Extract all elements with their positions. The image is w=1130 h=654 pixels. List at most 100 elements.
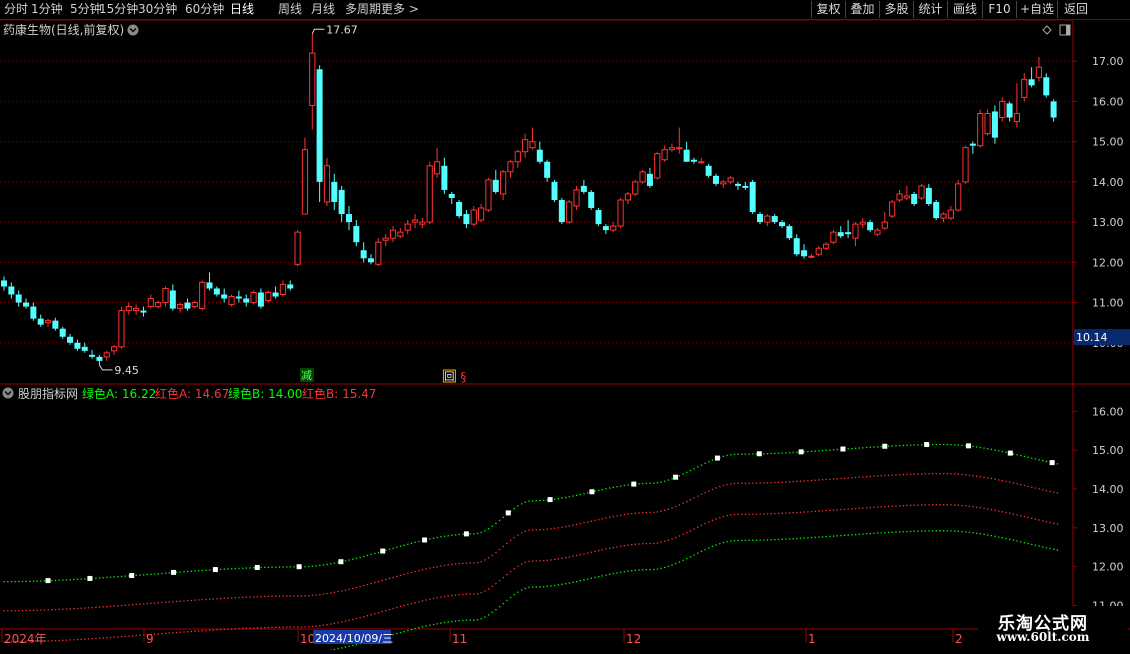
indicator-dot [990, 477, 993, 480]
candle [30, 302, 37, 321]
indicator-dot [414, 601, 416, 604]
indicator-dot [54, 608, 57, 611]
indicator-dot [451, 594, 453, 597]
indicator-dot [807, 537, 809, 539]
toolbar-button-6[interactable]: +自选 [1016, 1, 1057, 18]
indicator-dot [1042, 459, 1044, 462]
candle-body-down [837, 232, 844, 237]
indicator-dot [319, 593, 321, 596]
candle [610, 222, 617, 233]
indicator-dot [1053, 491, 1055, 493]
period-tab-8[interactable]: 月线 [311, 2, 335, 17]
indicator-dot [1045, 547, 1048, 549]
indicator-dot [737, 482, 739, 484]
indicator-dot [385, 549, 387, 552]
period-tab-9[interactable]: 多周期 [345, 2, 381, 17]
indicator-dot [851, 477, 853, 479]
indicator-dot [432, 597, 435, 600]
indicator-dot [1027, 516, 1029, 519]
indicator-dot [187, 570, 189, 573]
candle-body-down [15, 294, 22, 303]
indicator-dot [832, 535, 835, 537]
indicator-dot [242, 627, 244, 630]
candle [96, 354, 103, 365]
indicator-dot [983, 447, 985, 449]
indicator-dot [653, 511, 655, 513]
candle [830, 230, 837, 245]
indicator-dot [961, 504, 963, 507]
candle-body-up [1035, 66, 1043, 78]
indicator-dot [854, 447, 857, 449]
indicator-dot [476, 619, 479, 621]
indicator-dot [205, 598, 207, 601]
candle [683, 141, 690, 162]
candle-body-up [962, 147, 969, 183]
indicator-dot [568, 582, 570, 584]
period-tab-10[interactable]: 更多 > [381, 2, 419, 17]
period-tab-4[interactable]: 30分钟 [138, 2, 177, 17]
toolbar-button-1[interactable]: 叠加 [845, 1, 879, 18]
candle [59, 326, 66, 339]
candle-body-up [859, 221, 866, 225]
candle [918, 183, 925, 200]
indicator-dot [987, 508, 989, 510]
candlestick-chart[interactable]: 药康生物(日线,前复权) 17.00 16.00 15.00 14.00 13.00 12.… [0, 20, 1130, 654]
indicator-dot [909, 504, 912, 507]
indicator-dot [271, 595, 273, 597]
indicator-dot [421, 626, 424, 628]
indicator-dot [267, 566, 270, 568]
period-tab-2[interactable]: 5分钟 [70, 2, 102, 17]
indicator-dot [770, 539, 772, 541]
toolbar-button-5[interactable]: F10 [982, 1, 1016, 18]
toolbar-button-4[interactable]: 画线 [947, 1, 982, 18]
indicator-dot [315, 565, 317, 567]
indicator-dot [62, 608, 64, 610]
candle-body-down [558, 199, 565, 223]
indicator-dot [792, 538, 794, 540]
candle [419, 218, 426, 229]
period-tab-1[interactable]: 1分钟 [31, 2, 63, 17]
toolbar-button-2[interactable]: 多股 [879, 1, 913, 18]
candle-body-down [867, 222, 874, 231]
indicator-dot [792, 451, 794, 454]
candle-body-up [955, 183, 962, 211]
indicator-dot [708, 521, 710, 523]
chart-area[interactable]: 药康生物(日线,前复权) 17.00 16.00 15.00 14.00 13.00 12.… [0, 20, 1130, 654]
indicator-dot [954, 530, 956, 532]
indicator-dot [370, 582, 372, 585]
candle [896, 189, 903, 202]
indicator-dot [344, 560, 347, 562]
indicator-dot [939, 504, 941, 506]
indicator-dot [1042, 520, 1044, 522]
toolbar-button-3[interactable]: 统计 [913, 1, 947, 18]
indicator-dot [594, 550, 596, 553]
candle [514, 149, 521, 168]
candle-body-up [44, 320, 52, 324]
indicator-dot [1056, 463, 1059, 465]
indicator-dot [337, 622, 339, 624]
indicator-dot [32, 580, 35, 582]
indicator-dot [106, 605, 108, 608]
indicator-dot [1023, 455, 1026, 458]
indicator-dot [487, 528, 490, 530]
indicator-dot [994, 478, 996, 480]
indicator-dot [649, 568, 651, 571]
indicator-dot [1023, 515, 1026, 518]
indicator-dot [598, 576, 600, 578]
indicator-dot [557, 498, 559, 500]
period-tab-5[interactable]: 60分钟 [185, 2, 224, 17]
candle [133, 304, 140, 315]
indicator-dot [770, 482, 772, 484]
period-tab-3[interactable]: 15分钟 [99, 2, 138, 17]
toolbar-button-0[interactable]: 复权 [811, 1, 845, 18]
period-tab-0[interactable]: 分时 [4, 2, 28, 17]
indicator-dot [403, 604, 405, 607]
candle-body-up [617, 199, 624, 227]
indicator-dot [979, 507, 982, 509]
period-tab-6[interactable]: 日线 [230, 2, 254, 17]
period-tab-7[interactable]: 周线 [278, 2, 302, 17]
toolbar-button-7[interactable]: 返回 [1057, 1, 1094, 18]
indicator-dot [293, 566, 295, 568]
candle-body-down [81, 346, 88, 351]
candle-body-down [74, 342, 81, 349]
